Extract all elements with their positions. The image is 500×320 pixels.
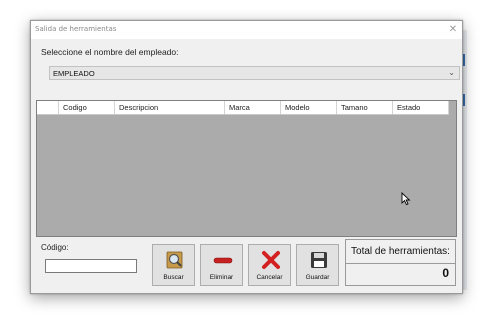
guardar-label: Guardar — [305, 274, 330, 281]
cancelar-button[interactable]: Cancelar — [248, 244, 291, 286]
total-herramientas-value: 0 — [442, 266, 449, 280]
eliminar-button[interactable]: Eliminar — [200, 244, 243, 286]
employee-prompt-label: Seleccione el nombre del empleado: — [41, 47, 179, 57]
total-herramientas-panel: Total de herramientas: 0 — [345, 239, 456, 286]
column-header-descripcion[interactable]: Descripcion — [115, 101, 225, 114]
codigo-label: Código: — [41, 243, 69, 252]
employee-select[interactable]: EMPLEADO ⌄ — [49, 66, 460, 80]
buscar-label: Buscar — [163, 274, 184, 281]
column-header-modelo[interactable]: Modelo — [281, 101, 337, 114]
column-header-codigo[interactable]: Codigo — [59, 101, 115, 114]
buscar-button[interactable]: Buscar — [152, 244, 195, 286]
employee-select-value: EMPLEADO — [53, 69, 95, 78]
total-herramientas-label: Total de herramientas: — [346, 240, 455, 264]
column-header-estado[interactable]: Estado — [393, 101, 449, 114]
guardar-button[interactable]: Guardar — [296, 244, 339, 286]
window-title: Salida de herramientas — [35, 25, 117, 33]
search-icon — [166, 251, 183, 269]
codigo-input[interactable] — [45, 259, 137, 273]
salida-herramientas-window: Salida de herramientas ✕ Seleccione el n… — [30, 20, 463, 294]
chevron-down-icon: ⌄ — [448, 68, 455, 77]
close-window-button[interactable]: ✕ — [444, 21, 462, 39]
column-header-marca[interactable]: Marca — [225, 101, 281, 114]
grid-header-row: Codigo Descripcion Marca Modelo Tamano E… — [37, 101, 449, 115]
eliminar-label: Eliminar — [209, 274, 234, 281]
close-icon: ✕ — [448, 24, 458, 35]
row-selector-header — [37, 101, 59, 114]
tools-grid[interactable]: Codigo Descripcion Marca Modelo Tamano E… — [36, 100, 457, 237]
title-bar: Salida de herramientas ✕ — [31, 21, 462, 39]
mouse-pointer-icon — [401, 192, 411, 206]
cancelar-label: Cancelar — [256, 274, 283, 281]
column-header-tamano[interactable]: Tamano — [337, 101, 393, 114]
close-x-icon — [262, 251, 280, 269]
minus-icon — [213, 257, 233, 264]
floppy-disk-icon — [311, 252, 327, 268]
